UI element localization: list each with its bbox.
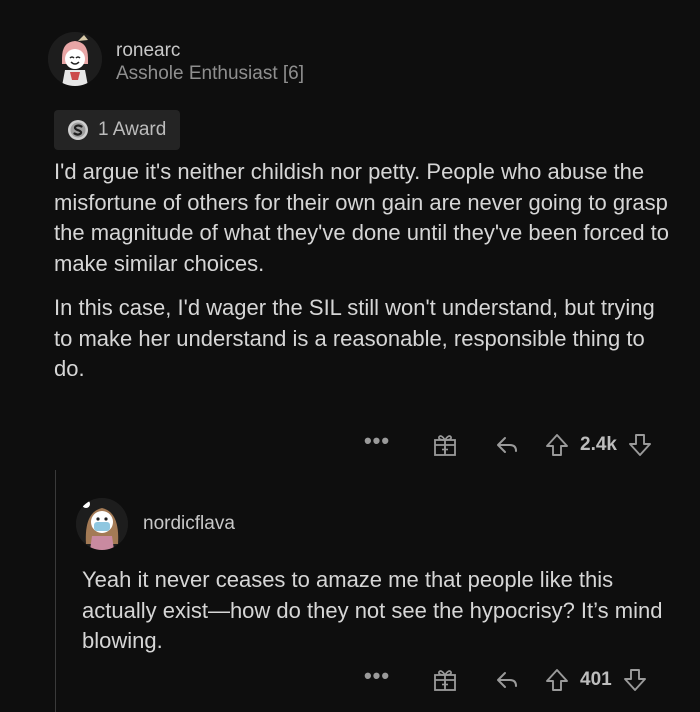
username[interactable]: nordicflava [143, 513, 235, 535]
comment-ronearc: ronearc Asshole Enthusiast [6] 1 Award I… [0, 0, 700, 470]
avatar-image [48, 32, 102, 86]
award-label: 1 Award [98, 119, 167, 140]
reply-button[interactable] [490, 432, 524, 458]
downvote-arrow-icon [629, 434, 651, 456]
reply-arrow-icon [497, 437, 517, 453]
more-options-button[interactable]: ••• [362, 663, 392, 689]
avatar-image [76, 498, 128, 550]
gift-award-button[interactable] [428, 667, 462, 693]
reply-button[interactable] [490, 667, 524, 693]
downvote-button[interactable] [625, 432, 655, 458]
vote-score: 401 [580, 669, 612, 690]
reply-arrow-icon [497, 672, 517, 688]
silver-award-icon [68, 120, 88, 140]
upvote-button[interactable] [542, 432, 572, 458]
comment-paragraph: I'd argue it's neither childish nor pett… [54, 159, 670, 276]
gift-icon [434, 435, 456, 456]
avatar[interactable] [76, 498, 128, 550]
downvote-arrow-icon [623, 669, 646, 691]
username[interactable]: ronearc [116, 40, 180, 62]
gift-icon [434, 670, 456, 691]
vote-score: 2.4k [580, 434, 617, 455]
downvote-button[interactable] [620, 667, 650, 693]
comment-actions: ••• 2.4k [362, 428, 655, 462]
gift-award-button[interactable] [428, 432, 462, 458]
upvote-button[interactable] [542, 667, 572, 693]
award-badge[interactable]: 1 Award [54, 110, 181, 150]
upvote-arrow-icon [546, 669, 568, 691]
upvote-arrow-icon [546, 434, 568, 456]
comment-body: Yeah it never ceases to amaze me that pe… [82, 565, 682, 657]
comment-nordicflava: nordicflava Yeah it never ceases to amaz… [0, 470, 700, 712]
user-flair: Asshole Enthusiast [6] [116, 63, 304, 84]
comment-paragraph: Yeah it never ceases to amaze me that pe… [82, 567, 663, 653]
comment-body: I'd argue it's neither childish nor pett… [54, 157, 679, 399]
comment-actions: ••• 401 [362, 663, 650, 697]
comment-paragraph: In this case, I'd wager the SIL still wo… [54, 295, 655, 381]
more-options-button[interactable]: ••• [362, 428, 392, 454]
avatar[interactable] [48, 32, 102, 86]
